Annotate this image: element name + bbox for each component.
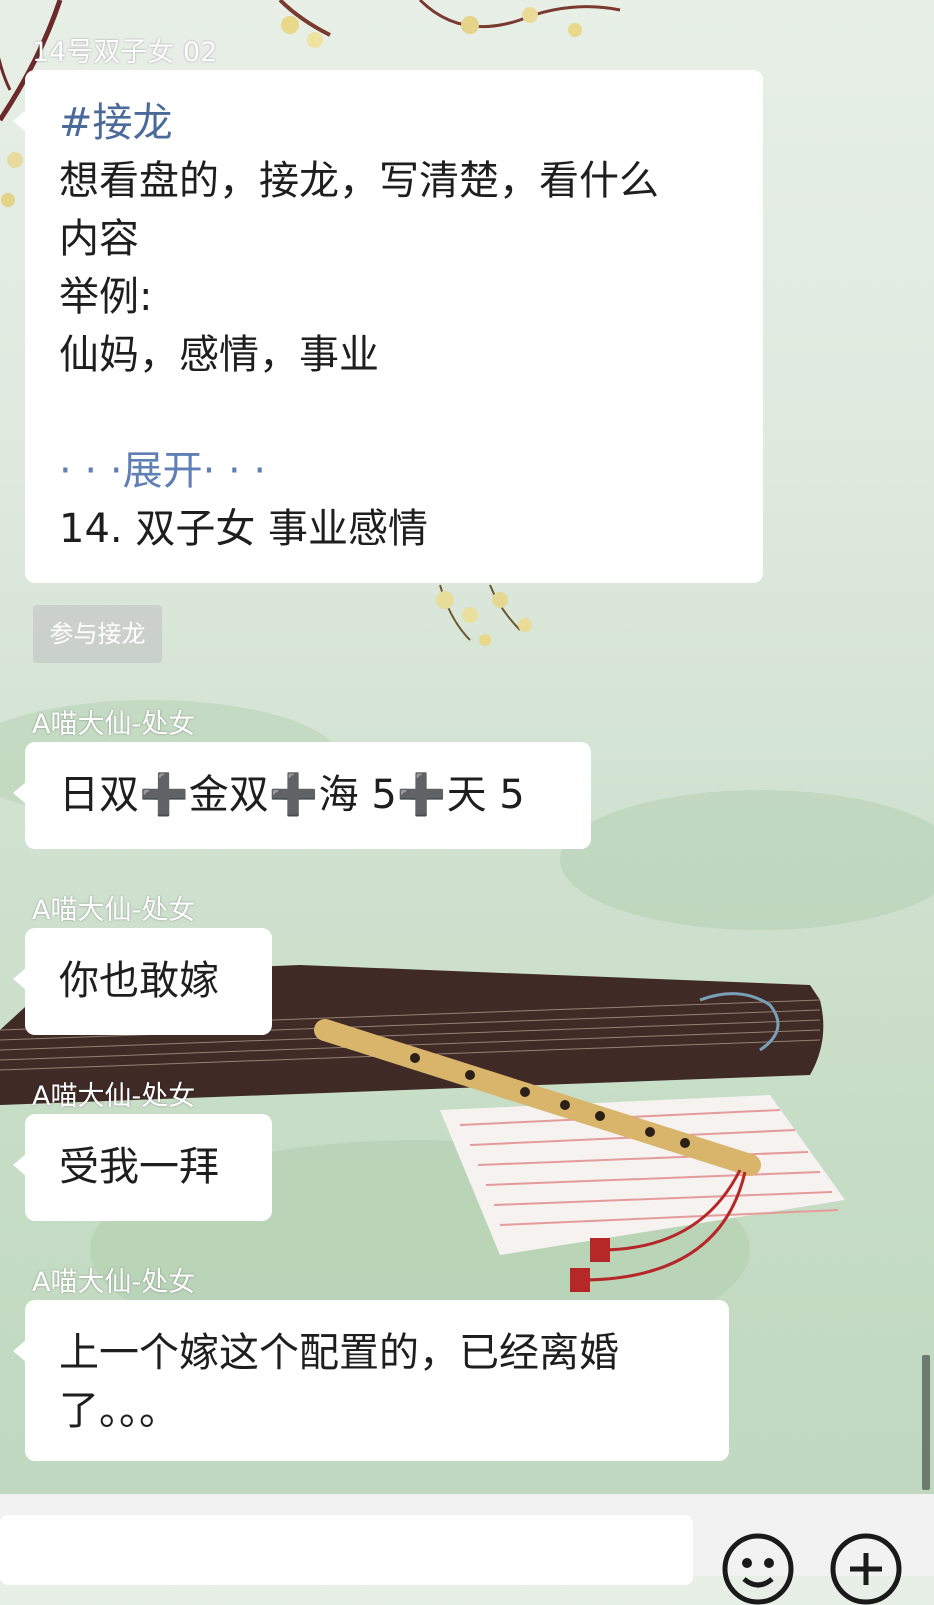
expand-link[interactable]: · · ·展开· · · xyxy=(59,442,763,500)
message-text: 14. 双子女 事业感情 xyxy=(59,506,429,552)
message-text: 仙妈，感情，事业 xyxy=(59,332,379,378)
message-bubble[interactable]: #接龙 想看盘的，接龙，写清楚，看什么 内容 举例: 仙妈，感情，事业 · · … xyxy=(13,70,763,583)
sender-name: A喵大仙-处女 xyxy=(32,895,196,926)
scrollbar[interactable] xyxy=(922,1355,930,1490)
hashtag-text[interactable]: #接龙 xyxy=(59,94,763,152)
message-text: 受我一拜 xyxy=(59,1144,219,1190)
sender-name: A喵大仙-处女 xyxy=(32,709,196,740)
sender-name: A喵大仙-处女 xyxy=(32,1081,196,1112)
message-input[interactable] xyxy=(0,1515,693,1585)
join-relay-button[interactable]: 参与接龙 xyxy=(33,605,162,663)
flute-icon xyxy=(314,1019,761,1292)
message-bubble[interactable]: 上一个嫁这个配置的，已经离婚 了。。。 xyxy=(13,1300,729,1461)
message-text: 日双➕金双➕海 5➕天 5 xyxy=(59,772,525,818)
message-text: 举例: xyxy=(59,274,153,320)
message-bubble[interactable]: 日双➕金双➕海 5➕天 5 xyxy=(13,742,591,849)
message-text: 内容 xyxy=(59,216,139,262)
message-bubble[interactable]: 受我一拜 xyxy=(13,1114,272,1221)
plus-icon[interactable] xyxy=(830,1533,902,1605)
sender-name: 14号双子女 02 xyxy=(32,37,218,68)
message-bubble[interactable]: 你也敢嫁 xyxy=(13,928,272,1035)
sender-name: A喵大仙-处女 xyxy=(32,1267,196,1298)
message-text: 想看盘的，接龙，写清楚，看什么 xyxy=(59,158,659,204)
message-text: 上一个嫁这个配置的，已经离婚 xyxy=(59,1330,619,1376)
message-text: 你也敢嫁 xyxy=(59,958,219,1004)
paper-sheet-icon xyxy=(440,1095,845,1255)
message-text: 了。。。 xyxy=(59,1388,179,1434)
emoji-icon[interactable] xyxy=(722,1533,794,1605)
